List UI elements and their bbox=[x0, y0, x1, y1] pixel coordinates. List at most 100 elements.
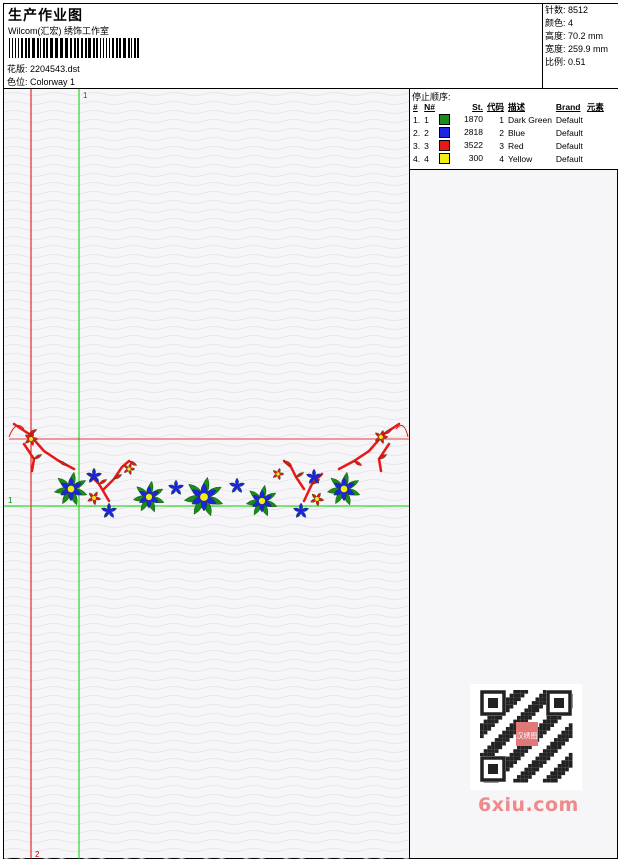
qr-module bbox=[502, 734, 506, 739]
flower-center bbox=[276, 472, 280, 476]
barcode-bar bbox=[18, 38, 19, 58]
qr-module bbox=[498, 734, 503, 739]
qr-module bbox=[498, 741, 503, 746]
col-index: # bbox=[413, 102, 418, 112]
qr-finder-center bbox=[554, 698, 564, 708]
qr-module bbox=[513, 690, 517, 694]
flower-center bbox=[92, 496, 96, 500]
row-index: 3. bbox=[413, 140, 421, 151]
qr-module bbox=[528, 712, 532, 716]
color-swatch bbox=[438, 127, 450, 138]
barcode-bar bbox=[123, 38, 126, 58]
qr-module bbox=[505, 701, 510, 705]
qr-module bbox=[480, 727, 484, 731]
qr-module bbox=[509, 704, 514, 709]
qr-module bbox=[520, 715, 525, 720]
guide-label-bottom: 2 bbox=[35, 850, 40, 859]
flower-center bbox=[173, 485, 179, 491]
qr-module bbox=[502, 730, 506, 735]
colorway-value: Colorway 1 bbox=[30, 77, 76, 87]
qr-module bbox=[542, 719, 547, 724]
qr-module bbox=[517, 756, 521, 761]
row-element bbox=[585, 126, 606, 139]
color-swatch bbox=[438, 114, 450, 125]
qr-module bbox=[513, 752, 517, 757]
qr-module bbox=[494, 715, 499, 720]
flower-center bbox=[340, 485, 348, 493]
qr-finder-center bbox=[488, 698, 498, 708]
qr-module bbox=[554, 719, 558, 724]
barcode-bar bbox=[32, 38, 35, 58]
qr-module bbox=[528, 771, 532, 776]
qr-module bbox=[550, 745, 554, 750]
qr-module bbox=[517, 745, 521, 750]
barcode-bar bbox=[81, 38, 83, 58]
qr-module bbox=[535, 767, 540, 772]
qr-module bbox=[550, 715, 554, 720]
qr-module bbox=[539, 727, 543, 731]
color-swatch bbox=[438, 140, 450, 151]
qr-module bbox=[554, 715, 558, 720]
qr-module bbox=[561, 738, 566, 742]
row-code: 2 bbox=[499, 127, 504, 138]
qr-module bbox=[550, 749, 554, 753]
watermark-logo: 6xiu.com bbox=[478, 794, 579, 816]
col-desc: 描述 bbox=[507, 102, 525, 112]
qr-module bbox=[550, 741, 554, 746]
flower-center bbox=[200, 493, 208, 501]
qr-module bbox=[494, 738, 499, 742]
qr-module bbox=[509, 730, 514, 735]
row-stitches: 2818 bbox=[437, 126, 485, 139]
qr-module bbox=[509, 734, 514, 739]
design-canvas: 1 1 2 bbox=[4, 89, 409, 859]
qr-module bbox=[531, 712, 536, 716]
qr-module bbox=[509, 752, 514, 757]
colorway-row: 色位: Colorway 1 bbox=[7, 75, 75, 88]
qr-module bbox=[491, 749, 495, 753]
qr-module bbox=[517, 693, 521, 698]
row-needle: 2 bbox=[424, 127, 429, 138]
qr-module bbox=[531, 771, 536, 776]
barcode-bar bbox=[116, 38, 118, 58]
row-desc: Blue bbox=[507, 127, 525, 138]
barcode-bar bbox=[137, 38, 139, 58]
qr-module bbox=[546, 715, 551, 720]
qr-module bbox=[550, 771, 554, 776]
qr-module bbox=[539, 704, 543, 709]
qr-module bbox=[498, 715, 503, 720]
qr-module bbox=[568, 756, 573, 761]
row-stitches: 3522 bbox=[437, 139, 485, 152]
barcode-bar bbox=[12, 38, 13, 58]
qr-module bbox=[502, 741, 506, 746]
barcode-bar bbox=[43, 38, 45, 58]
qr-module bbox=[505, 704, 510, 709]
qr-module bbox=[546, 778, 551, 783]
row-stitches: 1870 bbox=[437, 113, 485, 126]
row-needle: 3 bbox=[424, 140, 429, 151]
flower-center bbox=[298, 508, 304, 514]
qr-module bbox=[505, 738, 510, 742]
qr-module bbox=[528, 708, 532, 713]
qr-module bbox=[524, 712, 529, 716]
qr-module bbox=[557, 764, 562, 768]
qr-module bbox=[498, 745, 503, 750]
header: 生产作业图 Wilcom(汇宏) 绣饰工作室 花版: 2204543.dst 色… bbox=[4, 4, 618, 89]
row-element bbox=[585, 113, 606, 126]
qr-module bbox=[554, 775, 558, 779]
qr-module bbox=[535, 701, 540, 705]
qr-module bbox=[557, 771, 562, 776]
qr-seal-text: 汉绣图 bbox=[517, 731, 538, 740]
qr-module bbox=[480, 734, 484, 739]
barcode-bar bbox=[15, 38, 16, 58]
flower-center bbox=[29, 437, 33, 441]
qr-module bbox=[494, 719, 499, 724]
barcode-bar bbox=[128, 38, 130, 58]
qr-module bbox=[491, 741, 495, 746]
qr-module bbox=[539, 693, 543, 698]
qr-module bbox=[513, 693, 517, 698]
qr-module bbox=[487, 723, 492, 727]
flower-center bbox=[127, 467, 131, 471]
qr-module bbox=[542, 778, 547, 783]
qr-module bbox=[554, 749, 558, 753]
flower-center bbox=[106, 508, 112, 514]
